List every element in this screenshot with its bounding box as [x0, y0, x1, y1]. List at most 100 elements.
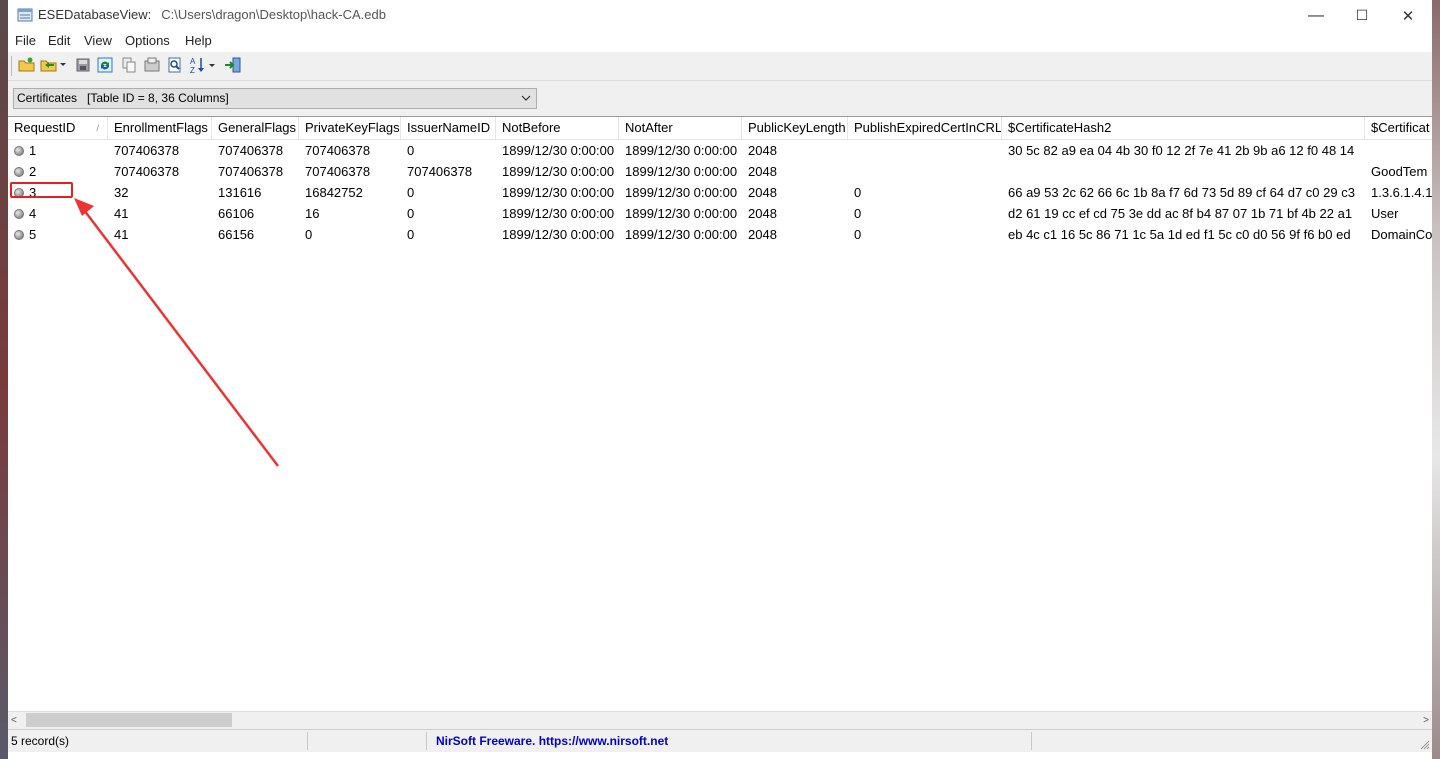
open-folder-icon[interactable] [17, 55, 37, 75]
cell-text: DomainCo [1371, 227, 1432, 242]
cell-privatekeyflags: 0 [299, 224, 401, 245]
table-row[interactable]: 3 32 131616 16842752 0 1899/12/30 0:00:00 1899… [8, 182, 1432, 203]
column-header-publishexpiredcertincrl[interactable]: PublishExpiredCertInCRL [848, 117, 1002, 139]
menu-file[interactable]: File [15, 33, 36, 48]
copy-icon[interactable] [119, 55, 139, 75]
nirsoft-link[interactable]: NirSoft Freeware. https://www.nirsoft.ne… [436, 732, 668, 750]
menu-bar: File Edit View Options Help [8, 31, 1432, 53]
cell-requestid: 1 [8, 140, 108, 161]
save-icon[interactable] [73, 55, 93, 75]
cell-publickeylength: 2048 [742, 182, 848, 203]
table-selector-dropdown[interactable]: Certificates [Table ID = 8, 36 Columns] [13, 88, 537, 109]
column-header-row: RequestID / EnrollmentFlags GeneralFlags … [8, 117, 1432, 140]
menu-edit[interactable]: Edit [48, 33, 70, 48]
properties-icon[interactable] [142, 55, 162, 75]
cell-text: 1899/12/30 0:00:00 [502, 143, 615, 158]
row-status-icon [14, 209, 24, 219]
menu-view[interactable]: View [84, 33, 112, 48]
scroll-left-icon[interactable]: < [11, 715, 17, 726]
column-header-certificatehash2[interactable]: $CertificateHash2 [1002, 117, 1365, 139]
close-button[interactable]: ✕ [1385, 0, 1431, 31]
records-list[interactable]: RequestID / EnrollmentFlags GeneralFlags … [8, 116, 1432, 712]
cell-text: 41 [114, 227, 129, 242]
scroll-right-icon[interactable]: > [1423, 715, 1429, 726]
cell-text: 66 a9 53 2c 62 66 6c 1b 8a f7 6d 73 5d 8… [1008, 185, 1355, 200]
cell-requestid: 4 [8, 203, 108, 224]
sort-indicator-icon: / [96, 123, 99, 133]
chevron-down-icon [521, 95, 531, 101]
cell-text: 0 [407, 206, 415, 221]
minimize-button[interactable]: — [1293, 0, 1339, 31]
cell-enrollmentflags: 32 [108, 182, 212, 203]
cell-text: 707406378 [114, 143, 180, 158]
column-header-publickeylength[interactable]: PublicKeyLength [742, 117, 848, 139]
cell-text: 707406378 [218, 164, 284, 179]
cell-notbefore: 1899/12/30 0:00:00 [496, 140, 619, 161]
maximize-button[interactable]: ☐ [1339, 0, 1385, 31]
status-divider [307, 732, 308, 750]
toolbar-grip [11, 56, 12, 76]
desktop-background-right [1432, 0, 1440, 759]
column-header-privatekeyflags[interactable]: PrivateKeyFlags [299, 117, 401, 139]
cell-notafter: 1899/12/30 0:00:00 [619, 182, 742, 203]
cell-notafter: 1899/12/30 0:00:00 [619, 161, 742, 182]
scroll-thumb[interactable] [26, 713, 232, 727]
column-header-requestid[interactable]: RequestID / [8, 117, 108, 139]
cell-text: 66106 [218, 206, 255, 221]
table-row[interactable]: 1 707406378 707406378 707406378 0 1899/12/30 … [8, 140, 1432, 161]
open-dropdown-icon[interactable] [40, 55, 68, 75]
cell-issuernameid: 0 [401, 182, 496, 203]
cell-text: 4 [29, 206, 37, 221]
row-status-icon [14, 230, 24, 240]
svg-text:Z: Z [190, 66, 195, 74]
column-header-notafter[interactable]: NotAfter [619, 117, 742, 139]
cell-generalflags: 131616 [212, 182, 299, 203]
exit-icon[interactable] [223, 55, 243, 75]
cell-text: 1899/12/30 0:00:00 [502, 227, 615, 242]
row-status-icon [14, 167, 24, 177]
cell-issuernameid: 0 [401, 140, 496, 161]
menu-help[interactable]: Help [185, 33, 212, 48]
column-header-issuernameid[interactable]: IssuerNameID [401, 117, 496, 139]
find-icon[interactable] [165, 55, 185, 75]
title-bar[interactable]: ESEDatabaseView: C:\Users\dragon\Desktop\… [8, 0, 1432, 31]
window-title: ESEDatabaseView: C:\Users\dragon\Desktop\… [38, 7, 386, 22]
column-header-enrollmentflags[interactable]: EnrollmentFlags [108, 117, 212, 139]
refresh-icon[interactable] [95, 55, 115, 75]
sort-icon[interactable]: AZ [189, 55, 219, 75]
cell-certificate-template: DomainCo [1365, 224, 1432, 245]
cell-text: 1899/12/30 0:00:00 [625, 206, 738, 221]
cell-text: 5 [29, 227, 37, 242]
column-header-generalflags[interactable]: GeneralFlags [212, 117, 299, 139]
column-header-notbefore[interactable]: NotBefore [496, 117, 619, 139]
cell-publishexpiredcertincrl [848, 161, 1002, 182]
resize-grip-icon[interactable] [1420, 740, 1430, 750]
cell-text: 1.3.6.1.4.1. [1371, 185, 1432, 200]
cell-certificate-template: 1.3.6.1.4.1. [1365, 182, 1432, 203]
cell-notafter: 1899/12/30 0:00:00 [619, 203, 742, 224]
table-row[interactable]: 4 41 66106 16 0 1899/12/30 0:00:00 1899/12/30 … [8, 203, 1432, 224]
cell-text: 0 [407, 143, 415, 158]
cell-publishexpiredcertincrl [848, 140, 1002, 161]
table-row[interactable]: 5 41 66156 0 0 1899/12/30 0:00:00 1899/12/30 0… [8, 224, 1432, 245]
cell-text: 32 [114, 185, 129, 200]
cell-privatekeyflags: 16842752 [299, 182, 401, 203]
cell-certificatehash2 [1002, 161, 1365, 182]
column-header-certificate-template[interactable]: $Certificat [1365, 117, 1432, 139]
cell-certificate-template: GoodTem [1365, 161, 1432, 182]
cell-certificatehash2: 30 5c 82 a9 ea 04 4b 30 f0 12 2f 7e 41 2… [1002, 140, 1365, 161]
cell-text: 2048 [748, 206, 777, 221]
cell-text: 1899/12/30 0:00:00 [502, 185, 615, 200]
app-window: ESEDatabaseView: C:\Users\dragon\Desktop\… [8, 0, 1432, 759]
cell-text: 0 [407, 185, 415, 200]
cell-text: eb 4c c1 16 5c 86 71 1c 5a 1d ed f1 5c c… [1008, 227, 1351, 242]
horizontal-scrollbar[interactable]: < > [8, 711, 1432, 729]
cell-generalflags: 707406378 [212, 140, 299, 161]
cell-text: 1 [29, 143, 37, 158]
cell-text: 0 [854, 227, 862, 242]
cell-text: 2048 [748, 185, 777, 200]
menu-options[interactable]: Options [125, 33, 170, 48]
row-status-icon [14, 188, 24, 198]
table-row[interactable]: 2 707406378 707406378 707406378 707406378 189… [8, 161, 1432, 182]
cell-certificatehash2: d2 61 19 cc ef cd 75 3e dd ac 8f b4 87 0… [1002, 203, 1365, 224]
